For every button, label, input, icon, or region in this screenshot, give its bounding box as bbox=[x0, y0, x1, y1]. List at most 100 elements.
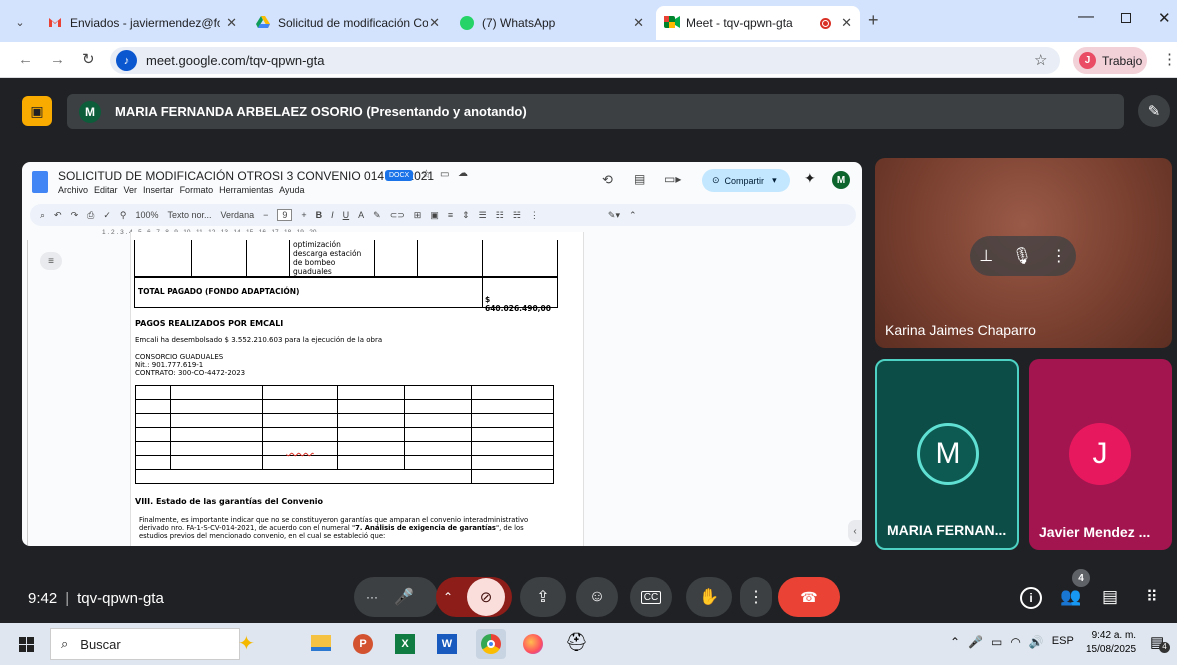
minimize-button[interactable]: — bbox=[1078, 8, 1094, 26]
collapse-panel-icon[interactable]: ‹ bbox=[848, 520, 862, 542]
print-icon[interactable]: ⎙ bbox=[87, 210, 94, 221]
paint-format-icon[interactable]: ⚲ bbox=[120, 210, 127, 221]
word-icon[interactable]: W bbox=[437, 634, 457, 654]
tab-drive[interactable]: Solicitud de modificación Conv ✕ bbox=[248, 6, 448, 40]
clock[interactable]: 9:42 a. m. 15/08/2025 bbox=[1086, 629, 1136, 657]
undo-icon[interactable]: ↶ bbox=[54, 210, 62, 221]
powerpoint-icon[interactable]: P bbox=[353, 634, 373, 654]
history-icon[interactable]: ⟲ bbox=[602, 172, 613, 188]
menu-herramientas[interactable]: Herramientas bbox=[219, 185, 273, 195]
participant-tile-karina[interactable]: ⊥ 🎙 ⋮ Karina Jaimes Chaparro bbox=[875, 158, 1172, 348]
activities-icon[interactable]: ⠿ bbox=[1146, 587, 1158, 607]
collapse-toolbar-icon[interactable]: ⌃ bbox=[629, 210, 637, 221]
chrome-icon[interactable] bbox=[476, 629, 506, 659]
profile-button[interactable]: J Trabajo bbox=[1073, 47, 1147, 74]
participant-tile-maria[interactable]: M MARIA FERNAN... bbox=[875, 359, 1019, 550]
meet-join-icon[interactable]: ▭▸ bbox=[664, 172, 681, 186]
tab-search-dropdown[interactable]: ⌄ bbox=[10, 12, 30, 32]
participant-tile-javier[interactable]: J Javier Mendez ... bbox=[1029, 359, 1172, 550]
font-size-increase[interactable]: + bbox=[301, 210, 306, 220]
excel-icon[interactable]: X bbox=[395, 634, 415, 654]
camera-button[interactable]: ⌃ ⊘ bbox=[436, 577, 512, 617]
comment-add-icon[interactable]: ⊞ bbox=[414, 210, 422, 221]
gemini-icon[interactable]: ✦ bbox=[804, 170, 816, 187]
mic-muted-icon[interactable]: 🎙 bbox=[1012, 246, 1032, 266]
pin-icon[interactable]: ⊥ bbox=[979, 246, 993, 266]
menu-insertar[interactable]: Insertar bbox=[143, 185, 174, 195]
presentation-icon[interactable]: ▣ bbox=[22, 96, 52, 126]
widgets-icon[interactable]: ✦ bbox=[238, 631, 255, 656]
zoom-select[interactable]: 100% bbox=[135, 210, 158, 220]
font-select[interactable]: Verdana bbox=[221, 210, 255, 220]
star-icon[interactable]: ☆ bbox=[421, 167, 432, 181]
checklist-icon[interactable]: ☰ bbox=[479, 210, 487, 221]
chat-icon[interactable]: ▤ bbox=[1102, 587, 1118, 607]
browser-menu-icon[interactable]: ⋮ bbox=[1162, 50, 1177, 68]
annotate-icon[interactable]: ✎ bbox=[1138, 95, 1170, 127]
file-explorer-icon[interactable] bbox=[311, 635, 331, 651]
meeting-details-icon[interactable]: i bbox=[1020, 587, 1042, 609]
reactions-button[interactable]: ☺ bbox=[576, 577, 618, 617]
image-icon[interactable]: ▣ bbox=[430, 210, 439, 221]
people-button[interactable]: 4 👥 bbox=[1060, 569, 1090, 607]
volume-icon[interactable]: 🔊 bbox=[1029, 635, 1044, 649]
tab-whatsapp[interactable]: (7) WhatsApp ✕ bbox=[452, 6, 652, 40]
show-hidden-icons[interactable]: ⌃ bbox=[950, 635, 960, 649]
outline-icon[interactable]: ≡ bbox=[40, 252, 62, 270]
tab-meet[interactable]: Meet - tqv-qpwn-gta ✕ bbox=[656, 6, 860, 40]
line-spacing-icon[interactable]: ⇕ bbox=[462, 210, 470, 221]
share-button[interactable]: ⊙ Compartir ▾ bbox=[702, 169, 790, 192]
more-audio-options-button[interactable]: ··· 🎤 bbox=[354, 577, 438, 617]
italic-icon[interactable]: I bbox=[331, 210, 334, 220]
back-icon[interactable]: ← bbox=[18, 51, 33, 68]
forward-icon[interactable]: → bbox=[50, 51, 65, 68]
search-menus-icon[interactable]: ⌕ bbox=[40, 210, 45, 221]
captions-button[interactable]: CC bbox=[630, 577, 672, 617]
menu-ver[interactable]: Ver bbox=[124, 185, 138, 195]
site-info-icon[interactable]: ♪ bbox=[116, 50, 137, 71]
editing-mode-icon[interactable]: ✎▾ bbox=[608, 210, 620, 221]
restore-button[interactable] bbox=[1121, 13, 1131, 23]
text-color-icon[interactable]: A bbox=[358, 210, 364, 220]
close-tab-icon[interactable]: ✕ bbox=[841, 15, 852, 31]
font-size-input[interactable]: 9 bbox=[277, 209, 293, 221]
windows-start-icon[interactable] bbox=[19, 637, 34, 652]
doc-user-avatar[interactable]: M bbox=[832, 171, 850, 189]
reload-icon[interactable]: ↻ bbox=[82, 50, 95, 68]
menu-editar[interactable]: Editar bbox=[94, 185, 118, 195]
menu-formato[interactable]: Formato bbox=[180, 185, 214, 195]
highlight-icon[interactable]: ✎ bbox=[373, 210, 381, 221]
folder-icon[interactable]: ▭ bbox=[440, 169, 449, 180]
notifications-icon[interactable]: ▤ 4 bbox=[1150, 633, 1170, 653]
menu-ayuda[interactable]: Ayuda bbox=[279, 185, 304, 195]
tab-gmail[interactable]: Enviados - javiermendez@fond ✕ bbox=[40, 6, 245, 40]
present-button[interactable]: ⇪ bbox=[520, 577, 566, 617]
close-window-button[interactable]: ✕ bbox=[1158, 9, 1171, 27]
numbered-list-icon[interactable]: ☵ bbox=[513, 210, 521, 221]
leave-call-button[interactable]: ☎ bbox=[778, 577, 840, 617]
bookmark-star-icon[interactable]: ☆ bbox=[1034, 51, 1047, 69]
url-input[interactable]: ♪ meet.google.com/tqv-qpwn-gta ☆ bbox=[110, 47, 1060, 74]
more-options-button[interactable]: ⋮ bbox=[740, 577, 772, 617]
link-icon[interactable]: ⊂⊃ bbox=[390, 210, 405, 221]
firefox-icon[interactable] bbox=[523, 634, 543, 654]
close-tab-icon[interactable]: ✕ bbox=[226, 15, 237, 31]
style-select[interactable]: Texto nor... bbox=[168, 210, 212, 220]
redo-icon[interactable]: ↷ bbox=[71, 210, 79, 221]
align-icon[interactable]: ≡ bbox=[448, 210, 453, 220]
doc-title[interactable]: SOLICITUD DE MODIFICACIÓN OTROSI 3 CONVE… bbox=[58, 169, 434, 183]
menu-archivo[interactable]: Archivo bbox=[58, 185, 88, 195]
bold-icon[interactable]: B bbox=[316, 210, 323, 220]
bullet-list-icon[interactable]: ☷ bbox=[496, 210, 504, 221]
app-icon[interactable]: ⛑ bbox=[565, 632, 588, 653]
raise-hand-button[interactable]: ✋ bbox=[686, 577, 732, 617]
taskbar-search[interactable]: ⌕ Buscar bbox=[50, 628, 240, 660]
comments-icon[interactable]: ▤ bbox=[634, 172, 645, 186]
new-tab-button[interactable]: + bbox=[868, 10, 879, 31]
language-indicator[interactable]: ESP bbox=[1052, 635, 1074, 649]
close-tab-icon[interactable]: ✕ bbox=[429, 15, 440, 31]
more-icon[interactable]: ⋮ bbox=[530, 210, 539, 221]
close-tab-icon[interactable]: ✕ bbox=[633, 15, 644, 31]
more-options-icon[interactable]: ⋮ bbox=[1051, 246, 1067, 266]
font-size-decrease[interactable]: − bbox=[263, 210, 268, 220]
